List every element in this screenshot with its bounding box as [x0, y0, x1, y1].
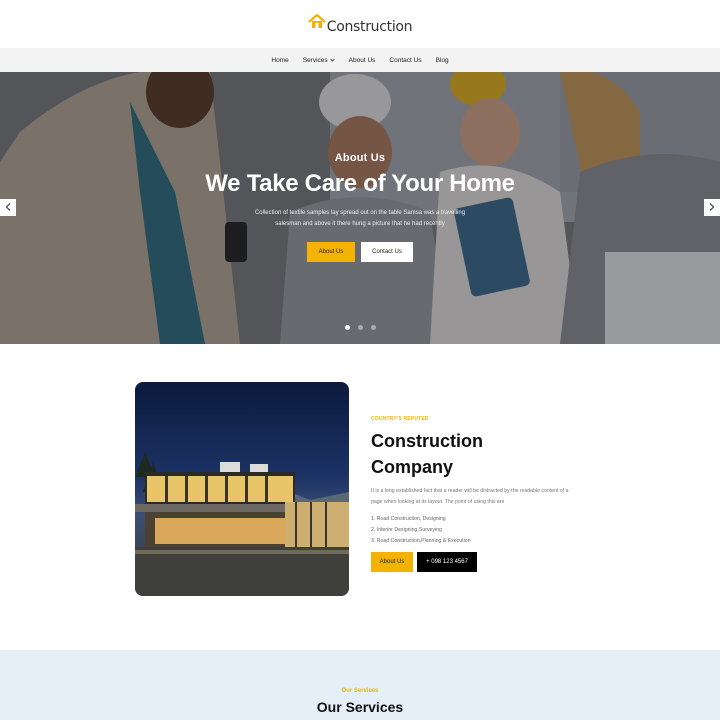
hero-slider: About Us We Take Care of Your Home Colle… — [0, 72, 720, 344]
nav-item-services[interactable]: Services — [303, 57, 335, 64]
main-nav: Home Services About Us Contact Us Blog — [0, 48, 720, 72]
house-icon — [307, 13, 326, 34]
list-item: 1. Road Construction, Designing — [371, 516, 446, 522]
hero-content: About Us We Take Care of Your Home Colle… — [0, 152, 720, 262]
about-text: COUNTRY'S REPUTED Construction Company I… — [371, 416, 591, 572]
nav-label: Services — [302, 56, 328, 64]
about-us-button[interactable]: About Us — [371, 552, 413, 572]
about-eyebrow: COUNTRY'S REPUTED — [371, 416, 429, 422]
slider-dots — [0, 325, 720, 330]
about-section: COUNTRY'S REPUTED Construction Company I… — [0, 344, 720, 650]
site-header: Construction — [0, 0, 720, 48]
chevron-left-icon — [5, 202, 11, 213]
hero-about-button[interactable]: About Us — [307, 242, 355, 262]
slider-dot-3[interactable] — [370, 325, 376, 330]
services-section: Our Services Our Services — [0, 650, 720, 720]
list-item: 3. Road Construction,Planning & Executio… — [371, 538, 471, 544]
slider-dot-2[interactable] — [357, 325, 363, 330]
phone-button[interactable]: + 098 123 4567 — [417, 552, 477, 572]
logo-text: Construction — [326, 19, 413, 35]
about-buttons: About Us + 098 123 4567 — [371, 552, 591, 572]
list-item: 2. Interior Designing,Surveying — [371, 527, 442, 533]
about-title: Construction Company — [371, 428, 591, 480]
nav-item-contact[interactable]: Contact Us — [389, 57, 421, 64]
nav-label: Blog — [435, 56, 449, 64]
services-eyebrow: Our Services — [341, 688, 379, 694]
hero-buttons: About Us Contact Us — [0, 242, 720, 262]
services-title: Our Services — [316, 699, 404, 715]
slider-next-button[interactable] — [704, 199, 720, 216]
about-title-line-1: Construction — [371, 431, 483, 451]
about-description: It is a long established fact that a rea… — [371, 488, 569, 505]
hero-description: Collection of textile samples lay spread… — [254, 210, 466, 227]
building-photo — [135, 382, 349, 596]
hero-title: We Take Care of Your Home — [205, 170, 515, 197]
chevron-down-icon — [329, 57, 335, 64]
chevron-right-icon — [709, 202, 715, 213]
about-title-line-2: Company — [371, 457, 454, 477]
hero-eyebrow: About Us — [334, 152, 386, 164]
nav-label: About Us — [348, 56, 376, 64]
about-list: 1. Road Construction, Designing 2. Inter… — [371, 514, 591, 547]
nav-item-home[interactable]: Home — [271, 57, 288, 64]
nav-item-blog[interactable]: Blog — [436, 57, 449, 64]
slider-dot-1[interactable] — [344, 325, 350, 330]
slider-prev-button[interactable] — [0, 199, 16, 216]
nav-label: Contact Us — [389, 56, 422, 64]
logo[interactable]: Construction — [307, 13, 413, 35]
hero-contact-button[interactable]: Contact Us — [361, 242, 413, 262]
nav-item-about[interactable]: About Us — [349, 57, 376, 64]
nav-label: Home — [271, 56, 289, 64]
